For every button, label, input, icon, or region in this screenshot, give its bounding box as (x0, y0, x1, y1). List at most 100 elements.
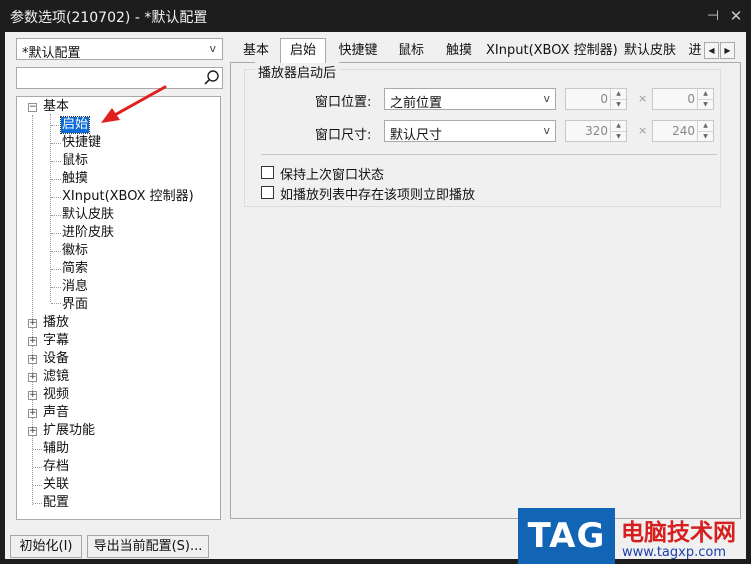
tree-node-audio[interactable]: 声音 (43, 405, 69, 421)
tree-connector (51, 179, 61, 180)
tree-connector (51, 215, 61, 216)
tab-mouse[interactable]: 鼠标 (390, 41, 432, 62)
tab-default-skin[interactable]: 默认皮肤 (619, 41, 681, 62)
position-x-spinner[interactable]: 0 ▲ ▼ (565, 88, 627, 110)
chevron-down-icon: v (543, 124, 550, 137)
tree-connector (33, 449, 42, 450)
tab-basic[interactable]: 基本 (236, 41, 276, 62)
tree-node-filters[interactable]: 滤镜 (43, 369, 69, 385)
size-width-spinner[interactable]: 320 ▲ ▼ (565, 120, 627, 142)
watermark-tag-logo: TAG (518, 508, 615, 564)
search-icon[interactable] (200, 68, 222, 88)
spin-up-icon[interactable]: ▲ (610, 89, 626, 99)
spin-up-icon[interactable]: ▲ (697, 89, 713, 99)
tab-scroll-left-icon[interactable]: ◀ (704, 42, 719, 59)
tree-node-messages[interactable]: 消息 (62, 279, 88, 295)
watermark-site-name: 电脑技术网 (621, 520, 736, 546)
keep-window-state-label[interactable]: 保持上次窗口状态 (280, 164, 384, 183)
size-width-value: 320 (585, 124, 608, 138)
spin-down-icon[interactable]: ▼ (610, 99, 626, 109)
group-separator (261, 154, 717, 155)
times-sign: × (638, 124, 648, 137)
tree-node-assist[interactable]: 辅助 (43, 441, 69, 457)
init-button[interactable]: 初始化(I) (10, 535, 82, 558)
watermark-url: www.tagxp.com (622, 545, 726, 560)
collapse-icon[interactable]: − (28, 103, 37, 112)
tree-node-startup[interactable]: 启始 (59, 116, 91, 134)
size-height-spinner[interactable]: 240 ▲ ▼ (652, 120, 714, 142)
tree-node-default-skin[interactable]: 默认皮肤 (62, 207, 114, 223)
settings-tree[interactable]: − 基本 启始 快捷键 鼠标 触摸 XInput(XBOX 控制器) 默认皮肤 … (16, 96, 221, 520)
chevron-down-icon: v (543, 92, 550, 105)
title-bar[interactable]: 参数选项(210702) - *默认配置 ⊣ ✕ (0, 0, 751, 32)
tree-node-mouse[interactable]: 鼠标 (62, 153, 88, 169)
window-size-value: 默认尺寸 (390, 128, 443, 143)
position-y-value: 0 (687, 92, 695, 106)
expand-icon[interactable]: + (28, 373, 37, 382)
expand-icon[interactable]: + (28, 427, 37, 436)
tree-connector (51, 287, 61, 288)
expand-icon[interactable]: + (28, 337, 37, 346)
tab-startup[interactable]: 启始 (280, 38, 326, 63)
tree-node-advanced-skin[interactable]: 进阶皮肤 (62, 225, 114, 241)
tree-connector (33, 503, 42, 504)
keep-window-state-checkbox[interactable] (261, 166, 274, 179)
pin-icon[interactable]: ⊣ (703, 6, 723, 26)
tree-connector (51, 161, 61, 162)
tab-scroll-right-icon[interactable]: ▶ (720, 42, 735, 59)
tree-node-hotkeys[interactable]: 快捷键 (62, 135, 101, 151)
group-title: 播放器启动后 (255, 62, 340, 81)
play-if-in-list-label[interactable]: 如播放列表中存在该项则立即播放 (280, 184, 475, 203)
tab-panel-startup: 播放器启动后 窗口位置: 之前位置 v 0 ▲ ▼ × 0 ▲ ▼ 窗口尺寸: (230, 62, 741, 519)
window-title: 参数选项(210702) - *默认配置 (10, 10, 208, 26)
spin-up-icon[interactable]: ▲ (697, 121, 713, 131)
tree-node-logo[interactable]: 徽标 (62, 243, 88, 259)
tree-node-interface[interactable]: 界面 (62, 297, 88, 313)
close-icon[interactable]: ✕ (726, 6, 746, 26)
tree-connector (51, 269, 61, 270)
tree-connector (33, 467, 42, 468)
tree-node-touch[interactable]: 触摸 (62, 171, 88, 187)
tree-node-extensions[interactable]: 扩展功能 (43, 423, 95, 439)
tree-node-config[interactable]: 配置 (43, 495, 69, 511)
expand-icon[interactable]: + (28, 355, 37, 364)
spin-down-icon[interactable]: ▼ (697, 131, 713, 141)
tab-strip: 基本 启始 快捷键 鼠标 触摸 XInput(XBOX 控制器) 默认皮肤 进 … (230, 38, 737, 63)
tree-trunk-line (32, 115, 33, 505)
spin-down-icon[interactable]: ▼ (610, 131, 626, 141)
tree-connector (51, 233, 61, 234)
tab-xinput[interactable]: XInput(XBOX 控制器) (486, 41, 618, 62)
tab-touch[interactable]: 触摸 (438, 41, 480, 62)
tree-node-video[interactable]: 视频 (43, 387, 69, 403)
spin-up-icon[interactable]: ▲ (610, 121, 626, 131)
position-x-value: 0 (600, 92, 608, 106)
window-size-select[interactable]: 默认尺寸 v (384, 120, 556, 143)
expand-icon[interactable]: + (28, 391, 37, 400)
profile-select[interactable]: *默认配置 v (16, 38, 223, 61)
chevron-down-icon: v (209, 42, 216, 55)
expand-icon[interactable]: + (28, 319, 37, 328)
tree-node-playback[interactable]: 播放 (43, 315, 69, 331)
position-y-spinner[interactable]: 0 ▲ ▼ (652, 88, 714, 110)
tree-node-subtitles[interactable]: 字幕 (43, 333, 69, 349)
tree-node-xinput[interactable]: XInput(XBOX 控制器) (62, 189, 194, 205)
window-position-select[interactable]: 之前位置 v (384, 88, 556, 111)
tree-connector (51, 251, 61, 252)
tree-node-association[interactable]: 关联 (43, 477, 69, 493)
expand-icon[interactable]: + (28, 409, 37, 418)
export-config-button[interactable]: 导出当前配置(S)... (87, 535, 209, 558)
tree-node-archive[interactable]: 存档 (43, 459, 69, 475)
tree-node-basic[interactable]: 基本 (43, 99, 69, 115)
tree-node-devices[interactable]: 设备 (43, 351, 69, 367)
window-size-label: 窗口尺寸: (315, 128, 372, 143)
play-if-in-list-checkbox[interactable] (261, 186, 274, 199)
tree-connector (51, 125, 61, 126)
spin-down-icon[interactable]: ▼ (697, 99, 713, 109)
tab-advanced-truncated[interactable]: 进 (688, 41, 702, 62)
tree-connector (51, 143, 61, 144)
preferences-window: 参数选项(210702) - *默认配置 ⊣ ✕ *默认配置 v − 基本 启始… (0, 0, 751, 564)
group-after-launch: 播放器启动后 窗口位置: 之前位置 v 0 ▲ ▼ × 0 ▲ ▼ 窗口尺寸: (244, 62, 721, 207)
tab-hotkeys[interactable]: 快捷键 (330, 41, 386, 62)
tree-node-index[interactable]: 简索 (62, 261, 88, 277)
times-sign: × (638, 92, 648, 105)
